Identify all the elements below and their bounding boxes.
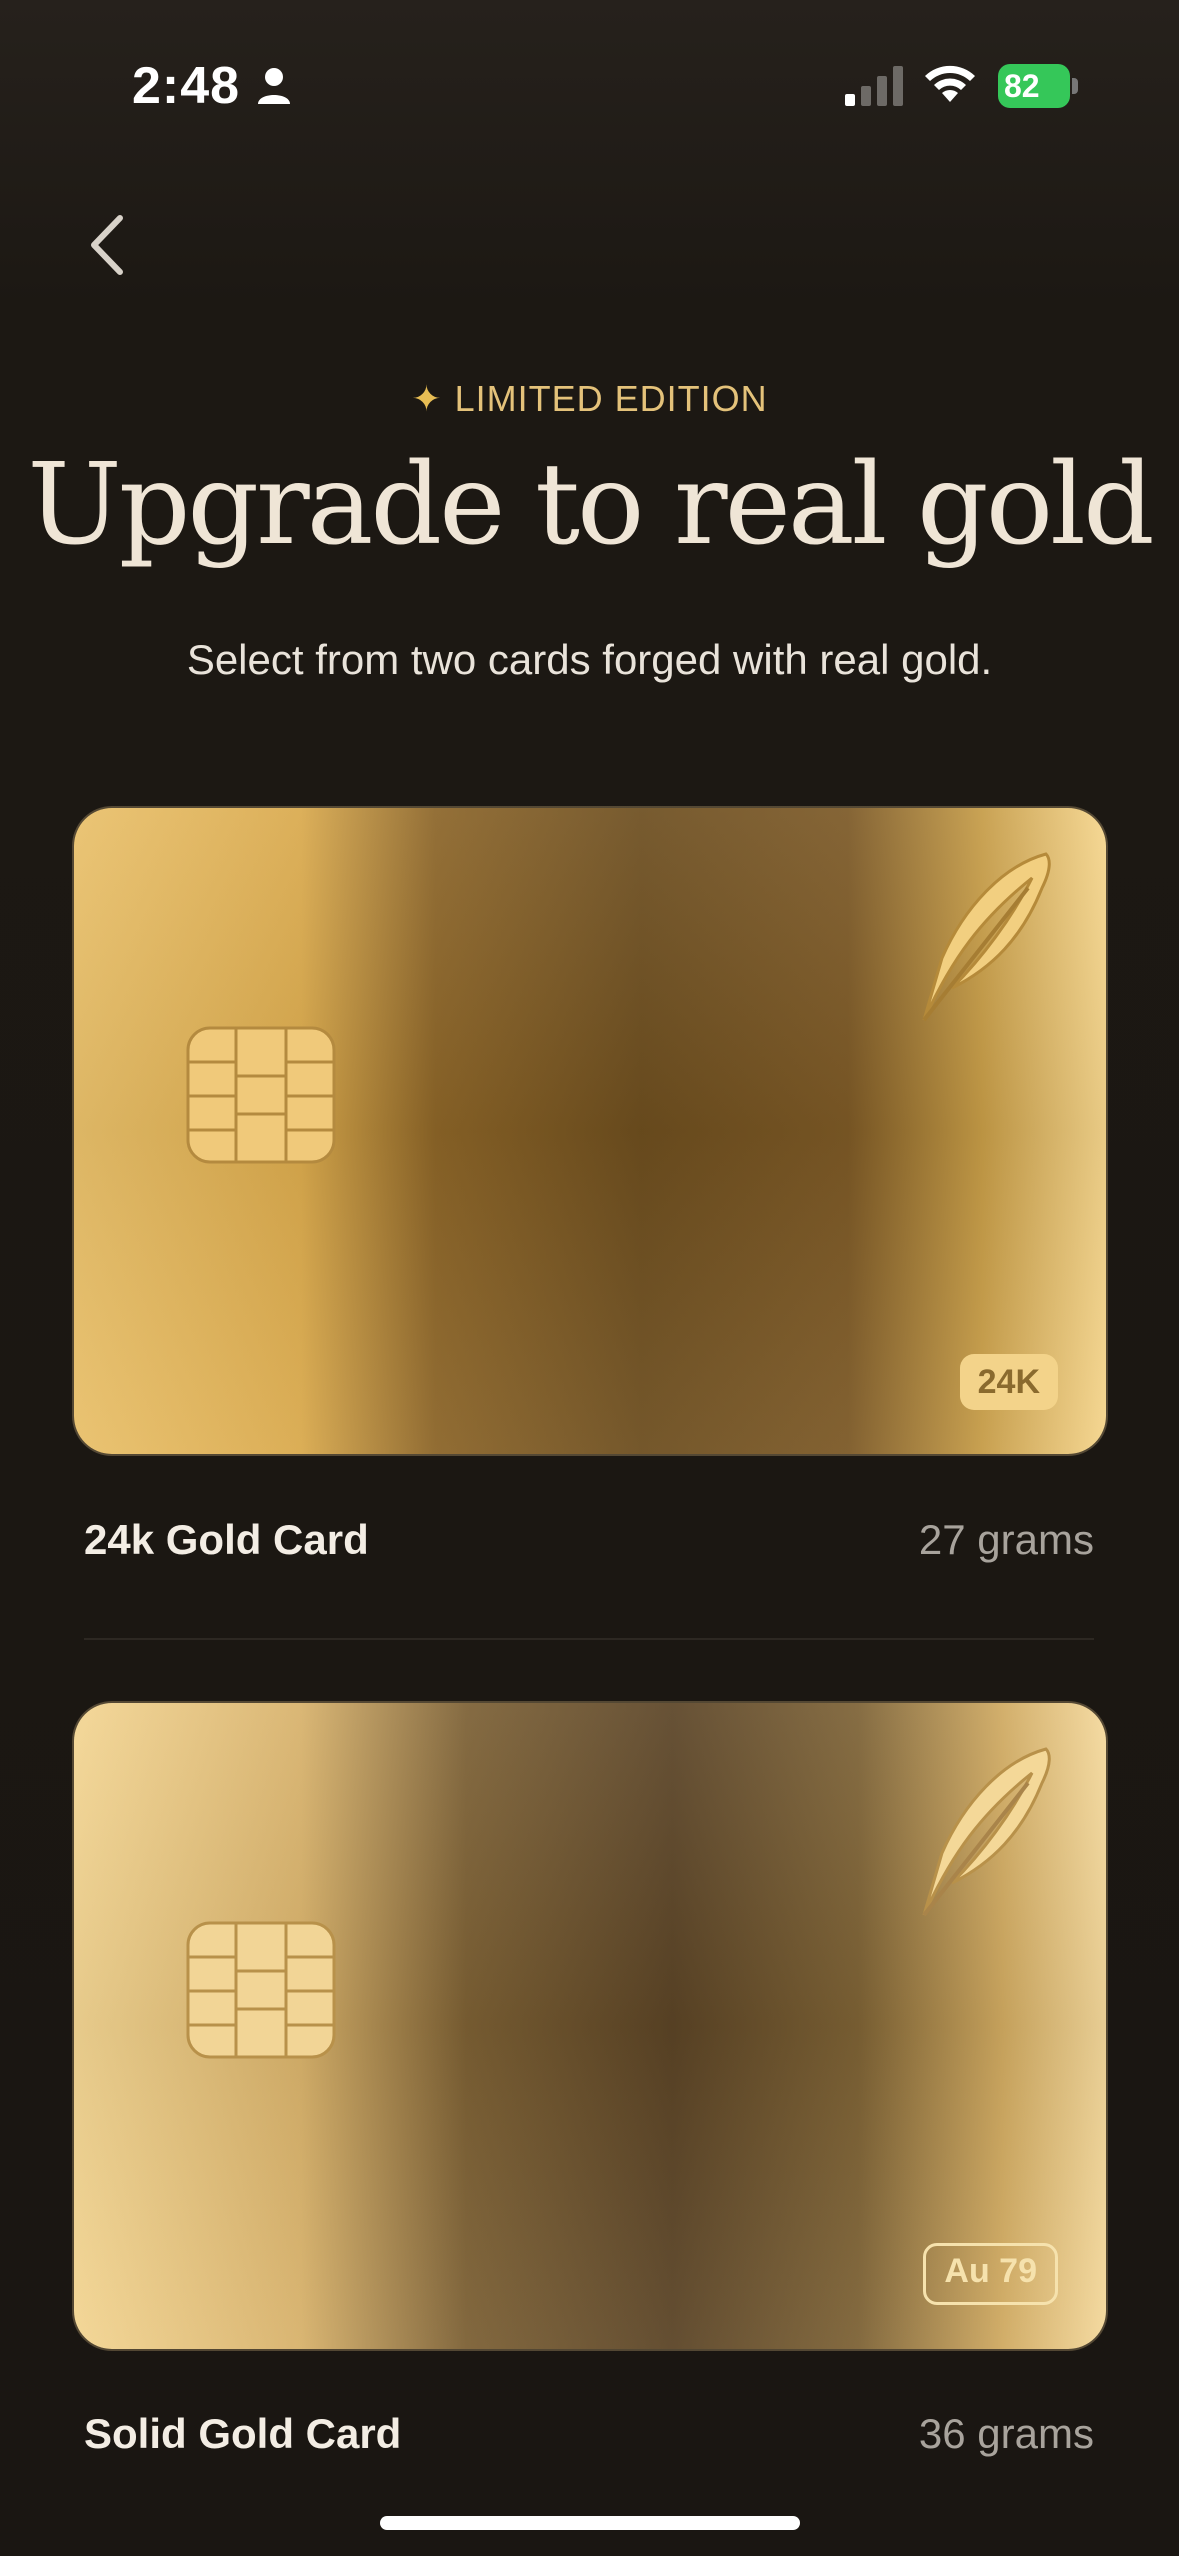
cellular-signal-icon bbox=[845, 66, 903, 106]
status-bar: 2:48 82 bbox=[0, 0, 1179, 160]
page-title: Upgrade to real gold bbox=[27, 440, 1154, 570]
card-name: Solid Gold Card bbox=[84, 2410, 402, 2457]
page-subtitle: Select from two cards forged with real g… bbox=[186, 636, 993, 683]
sparkle-icon: ✦ bbox=[411, 378, 443, 419]
card-badge-au79: Au 79 bbox=[923, 2243, 1058, 2305]
battery-level: 82 bbox=[1004, 68, 1040, 104]
divider bbox=[84, 1638, 1094, 1640]
card-badge-24k: 24K bbox=[959, 1354, 1058, 1410]
card-name: 24k Gold Card bbox=[84, 1516, 369, 1563]
card-row-solid[interactable]: Solid Gold Card 36 grams bbox=[84, 2410, 1094, 2470]
home-indicator[interactable] bbox=[380, 2516, 800, 2530]
limited-edition-label: ✦ LIMITED EDITION bbox=[411, 378, 768, 419]
gold-card-24k[interactable]: 24K bbox=[74, 808, 1106, 1454]
gold-card-solid[interactable]: Au 79 bbox=[74, 1703, 1106, 2349]
card-weight: 36 grams bbox=[918, 2410, 1094, 2457]
card-chip-icon bbox=[186, 1921, 336, 2059]
wifi-icon bbox=[925, 65, 975, 102]
feather-logo-icon bbox=[922, 1747, 1051, 1917]
clock-time: 2:48 bbox=[132, 57, 241, 115]
battery-icon: 82 bbox=[998, 64, 1080, 108]
card-row-24k[interactable]: 24k Gold Card 27 grams bbox=[84, 1516, 1094, 1576]
back-chevron-icon[interactable] bbox=[80, 210, 136, 280]
card-chip-icon bbox=[186, 1026, 336, 1164]
card-weight: 27 grams bbox=[918, 1516, 1094, 1563]
person-icon bbox=[258, 68, 290, 104]
feather-logo-icon bbox=[922, 852, 1051, 1022]
